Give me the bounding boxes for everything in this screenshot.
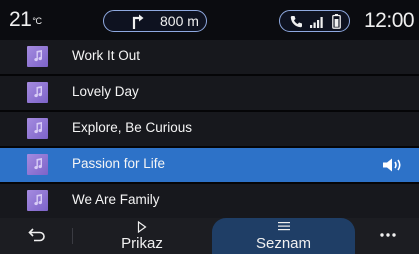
- phone-icon: [290, 16, 302, 28]
- back-arrow-icon: [28, 228, 45, 242]
- track-title: Passion for Life: [72, 156, 166, 171]
- music-note-icon: [34, 158, 43, 170]
- signal-icon: [310, 17, 323, 28]
- album-art-icon: [27, 190, 48, 211]
- phone-status-pill[interactable]: [279, 10, 350, 32]
- album-art-icon: [27, 82, 48, 103]
- music-note-icon: [34, 50, 43, 62]
- track-row-active[interactable]: Passion for Life: [0, 148, 419, 182]
- track-title: We Are Family: [72, 192, 160, 207]
- album-art-icon: [27, 118, 48, 139]
- track-row[interactable]: Explore, Be Curious: [0, 112, 419, 146]
- prikaz-tab[interactable]: Prikaz: [72, 218, 212, 254]
- status-bar: 21°C 800 m 12:00: [0, 0, 419, 40]
- music-note-icon: [34, 86, 43, 98]
- speaker-volume-icon: [383, 158, 401, 172]
- battery-icon: [332, 14, 341, 29]
- track-title: Lovely Day: [72, 84, 139, 99]
- prikaz-label: Prikaz: [121, 235, 163, 252]
- music-note-icon: [34, 122, 43, 134]
- temperature-unit: °C: [32, 16, 42, 26]
- track-title: Explore, Be Curious: [72, 120, 193, 135]
- track-list: Work It Out Lovely Day Explore, Be Curio…: [0, 40, 419, 218]
- track-row[interactable]: We Are Family: [0, 184, 419, 218]
- temperature-value: 21: [9, 8, 32, 31]
- track-row[interactable]: Work It Out: [0, 40, 419, 74]
- play-outline-icon: [137, 221, 147, 233]
- bottom-bar: Prikaz Seznam: [0, 218, 419, 254]
- album-art-icon: [27, 154, 48, 175]
- temperature: 21°C: [9, 8, 42, 32]
- turn-right-arrow-icon: [132, 14, 144, 29]
- seznam-label: Seznam: [255, 235, 312, 252]
- album-art-icon: [27, 46, 48, 67]
- back-button[interactable]: [0, 218, 72, 254]
- more-button[interactable]: [355, 218, 419, 254]
- list-lines-icon: [277, 222, 290, 231]
- track-row[interactable]: Lovely Day: [0, 76, 419, 110]
- music-note-icon: [34, 194, 43, 206]
- seznam-tab[interactable]: Seznam: [212, 218, 355, 254]
- navigation-guidance-pill[interactable]: 800 m: [103, 10, 207, 32]
- more-dots-icon: [380, 233, 396, 237]
- track-title: Work It Out: [72, 48, 141, 63]
- clock: 12:00: [364, 9, 415, 32]
- navigation-distance: 800 m: [160, 13, 199, 29]
